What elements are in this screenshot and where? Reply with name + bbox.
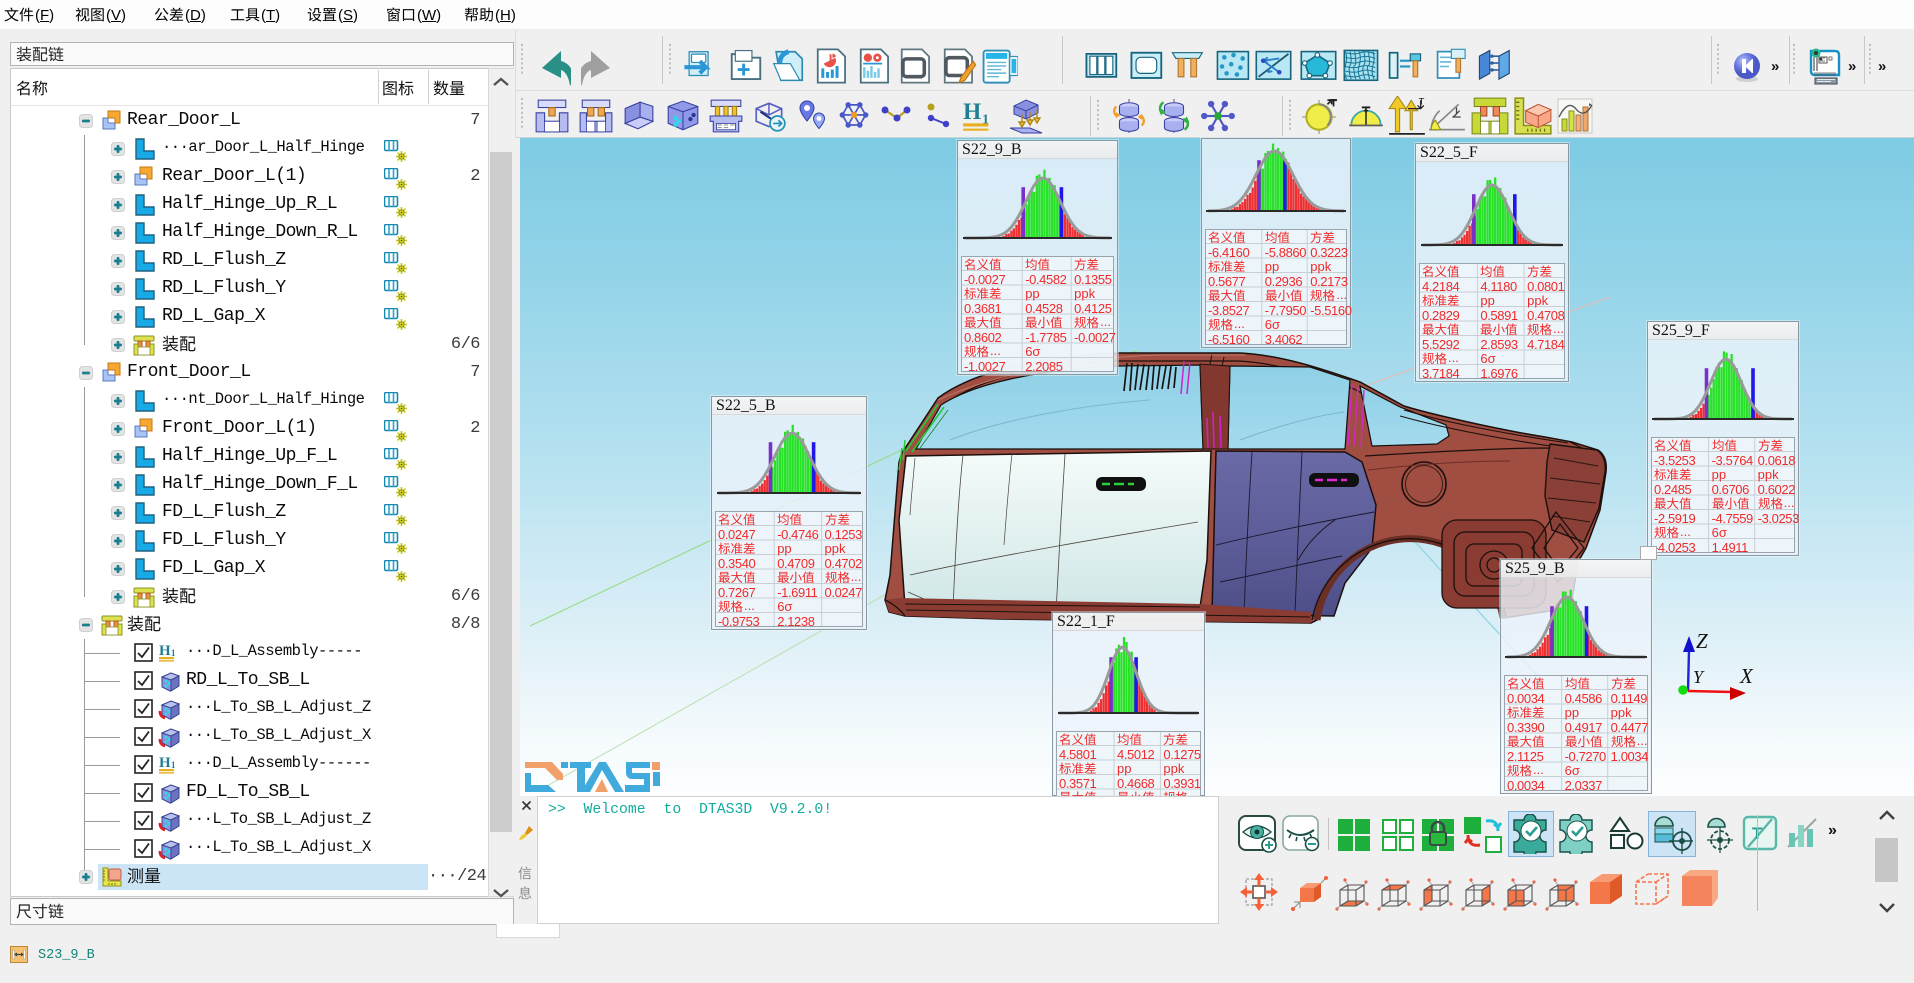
svg-text:1: 1 bbox=[171, 760, 176, 770]
svg-text:Y: Y bbox=[1693, 667, 1705, 687]
svg-text:T: T bbox=[1419, 96, 1425, 107]
svg-text:1: 1 bbox=[171, 648, 176, 658]
svg-text:H: H bbox=[963, 99, 981, 125]
svg-text:X: X bbox=[1739, 664, 1754, 688]
svg-text:Z: Z bbox=[1696, 629, 1708, 653]
svg-text:H: H bbox=[159, 643, 171, 659]
svg-text:H: H bbox=[159, 755, 171, 771]
